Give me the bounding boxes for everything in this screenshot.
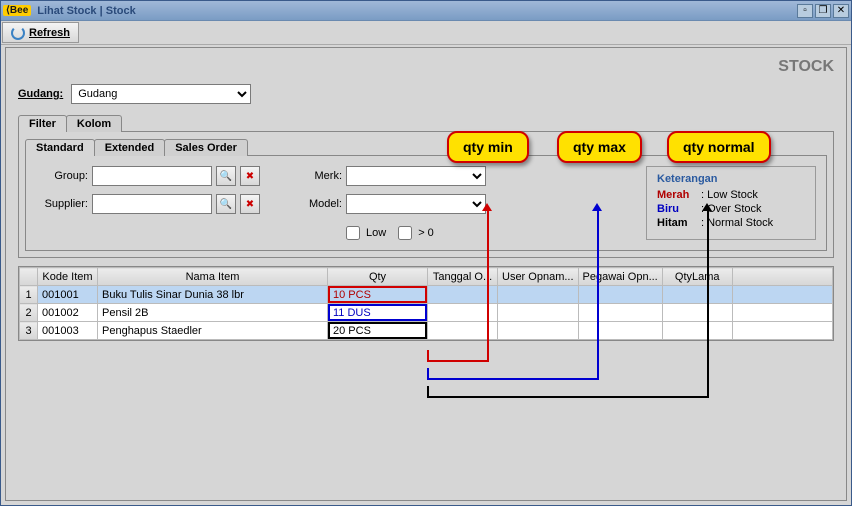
stock-grid: Kode Item Nama Item Qty Tanggal O... Use… [18, 266, 834, 341]
col-nama-item[interactable]: Nama Item [98, 268, 328, 286]
tab-sales-order[interactable]: Sales Order [164, 139, 248, 156]
table-row[interactable]: 3 001003 Penghapus Staedler 20 PCS [20, 322, 833, 340]
supplier-clear-button[interactable]: ✖ [240, 194, 260, 214]
toolbar: Refresh [1, 21, 851, 45]
col-pegawai-opname[interactable]: Pegawai Opn... [578, 268, 662, 286]
app-logo: ⟨Bee [3, 5, 31, 16]
tab-standard[interactable]: Standard [25, 139, 95, 156]
group-clear-button[interactable]: ✖ [240, 166, 260, 186]
model-select[interactable] [346, 194, 486, 214]
group-input[interactable] [92, 166, 212, 186]
gudang-label: Gudang: [18, 88, 63, 100]
keterangan-box: Keterangan Merah: Low Stock Biru: Over S… [646, 166, 816, 240]
page-title: STOCK [18, 58, 834, 76]
col-kode-item[interactable]: Kode Item [38, 268, 98, 286]
search-icon: 🔍 [220, 199, 232, 210]
callout-qty-max: qty max [557, 131, 642, 163]
grid-corner [20, 268, 38, 286]
titlebar: ⟨Bee Lihat Stock | Stock ▫ ❐ ✕ [1, 1, 851, 21]
refresh-button[interactable]: Refresh [2, 22, 79, 43]
tab-filter[interactable]: Filter [18, 115, 67, 132]
supplier-label: Supplier: [36, 198, 88, 210]
table-row[interactable]: 2 001002 Pensil 2B 11 DUS [20, 304, 833, 322]
callout-qty-min: qty min [447, 131, 529, 163]
low-label: Low [366, 227, 386, 239]
col-qty-lama[interactable]: QtyLama [662, 268, 732, 286]
clear-icon: ✖ [246, 171, 254, 182]
group-label: Group: [36, 170, 88, 182]
window-title: Lihat Stock | Stock [37, 5, 795, 17]
col-user-opname[interactable]: User Opnam... [498, 268, 579, 286]
callout-qty-normal: qty normal [667, 131, 771, 163]
low-checkbox[interactable] [346, 226, 360, 240]
qty-cell-over: 11 DUS [328, 304, 427, 321]
merk-select[interactable] [346, 166, 486, 186]
table-row[interactable]: 1 001001 Buku Tulis Sinar Dunia 38 lbr 1… [20, 286, 833, 304]
qty-cell-low: 10 PCS [328, 286, 427, 303]
grid-header-row: Kode Item Nama Item Qty Tanggal O... Use… [20, 268, 833, 286]
supplier-search-button[interactable]: 🔍 [216, 194, 236, 214]
tab-kolom[interactable]: Kolom [66, 115, 122, 132]
refresh-label: Refresh [29, 27, 70, 39]
maximize-button[interactable]: ❐ [815, 4, 831, 18]
col-spacer [732, 268, 832, 286]
col-qty[interactable]: Qty [328, 268, 428, 286]
tab-extended[interactable]: Extended [94, 139, 166, 156]
close-button[interactable]: ✕ [833, 4, 849, 18]
group-search-button[interactable]: 🔍 [216, 166, 236, 186]
keterangan-title: Keterangan [657, 173, 805, 185]
gudang-select[interactable]: Gudang [71, 84, 251, 104]
outer-tabstrip: Filter Kolom [18, 114, 834, 131]
gt0-label: > 0 [418, 227, 434, 239]
supplier-input[interactable] [92, 194, 212, 214]
minimize-button[interactable]: ▫ [797, 4, 813, 18]
merk-label: Merk: [290, 170, 342, 182]
model-label: Model: [290, 198, 342, 210]
content-panel: STOCK Gudang: Gudang Filter Kolom Standa… [5, 47, 847, 501]
refresh-icon [11, 26, 25, 40]
qty-cell-normal: 20 PCS [328, 322, 427, 339]
gt0-checkbox[interactable] [398, 226, 412, 240]
search-icon: 🔍 [220, 171, 232, 182]
clear-icon: ✖ [246, 199, 254, 210]
